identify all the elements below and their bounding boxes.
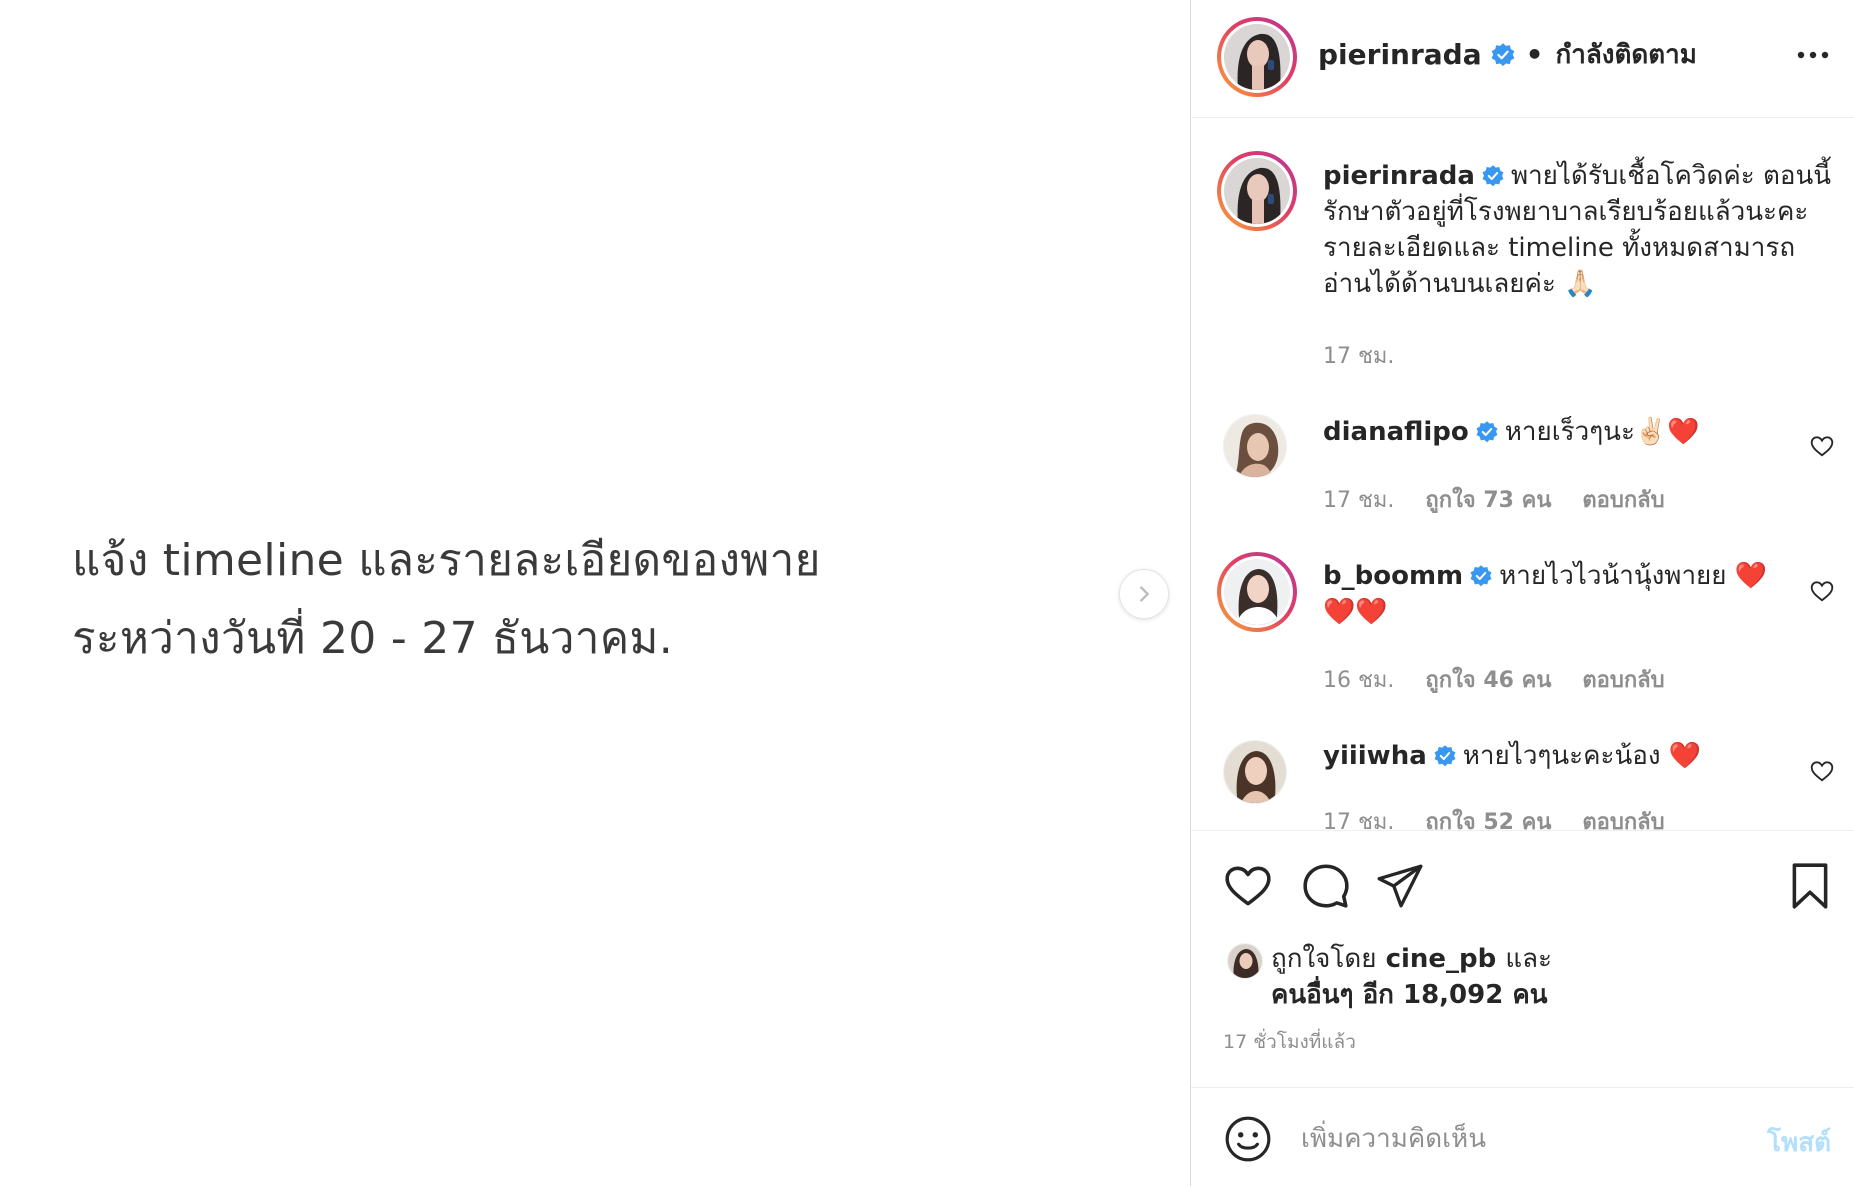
comment-avatar[interactable]: [1223, 740, 1287, 804]
verified-badge-icon: [1470, 565, 1492, 587]
likes-prefix: ถูกใจโดย: [1271, 944, 1377, 974]
post-actions: ถูกใจโดย cine_pb และ คนอื่นๆ อีก 18,092 …: [1191, 830, 1854, 1089]
bookmark-icon[interactable]: [1785, 861, 1835, 911]
media-text-line-1: แจ้ง timeline และรายละเอียดของพาย: [72, 535, 821, 586]
caption-username[interactable]: pierinrada: [1323, 161, 1475, 191]
following-button[interactable]: กำลังติดตาม: [1556, 34, 1697, 75]
comment-meta: 17 ชม. ถูกใจ 73 คน ตอบกลับ: [1323, 482, 1689, 517]
avatar-image: [1224, 24, 1290, 90]
comment-1: dianaflipo หายเร็วๆนะ✌🏻❤️: [1323, 414, 1773, 450]
next-slide-button[interactable]: [1119, 569, 1169, 619]
reply-button[interactable]: ตอบกลับ: [1582, 668, 1664, 693]
liker-username[interactable]: cine_pb: [1386, 944, 1497, 974]
comment-username[interactable]: yiiiwha: [1323, 741, 1427, 771]
comment-like-heart-icon[interactable]: [1809, 433, 1835, 459]
caption-time: 17 ชม.: [1323, 344, 1395, 369]
reply-button[interactable]: ตอบกลับ: [1582, 810, 1664, 830]
comment-meta: 17 ชม. ถูกใจ 52 คน ตอบกลับ: [1323, 804, 1689, 830]
add-comment-bar: โพสต์: [1191, 1087, 1854, 1187]
comment-avatar[interactable]: [1223, 414, 1287, 478]
comment-likes[interactable]: ถูกใจ 73 คน: [1425, 488, 1551, 513]
likes-and: และ: [1505, 944, 1552, 974]
post-side-panel: pierinrada • กำลังติดตาม pierinrada พายไ…: [1190, 0, 1854, 1186]
paper-plane-icon[interactable]: [1375, 861, 1425, 911]
more-options-button[interactable]: [1793, 40, 1833, 70]
media-text-line-2: ระหว่างวันที่ 20 - 27 ธันวาคม.: [72, 613, 674, 664]
header-info: pierinrada • กำลังติดตาม: [1318, 34, 1697, 75]
more-horizontal-icon: [1797, 51, 1829, 59]
comment-3: yiiiwha หายไวๆนะคะน้อง ❤️: [1323, 738, 1773, 774]
chevron-right-icon: [1140, 586, 1149, 602]
likes-others[interactable]: คนอื่นๆ อีก 18,092 คน: [1271, 977, 1552, 1013]
post-comment-button[interactable]: โพสต์: [1767, 1122, 1831, 1163]
caption-meta: 17 ชม.: [1323, 338, 1418, 373]
caption-avatar[interactable]: [1217, 151, 1297, 231]
likes-summary: ถูกใจโดย cine_pb และ คนอื่นๆ อีก 18,092 …: [1271, 941, 1552, 1013]
media-text: แจ้ง timeline และรายละเอียดของพาย ระหว่า…: [72, 522, 1072, 678]
comments-list[interactable]: pierinrada พายได้รับเชื้อโควิดค่ะ ตอนนี้…: [1191, 118, 1854, 830]
comment-time: 17 ชม.: [1323, 488, 1395, 513]
header-separator: •: [1525, 38, 1544, 71]
comment-likes[interactable]: ถูกใจ 46 คน: [1425, 668, 1551, 693]
comment-time: 16 ชม.: [1323, 668, 1395, 693]
post-header: pierinrada • กำลังติดตาม: [1191, 0, 1854, 118]
comment-time: 17 ชม.: [1323, 810, 1395, 830]
comment-like-heart-icon[interactable]: [1809, 758, 1835, 784]
comment-icon[interactable]: [1301, 861, 1351, 911]
verified-badge-icon: [1482, 165, 1504, 187]
liker-avatar[interactable]: [1227, 943, 1263, 979]
comment-avatar[interactable]: [1217, 552, 1297, 632]
comment-likes[interactable]: ถูกใจ 52 คน: [1425, 810, 1551, 830]
comment-2: b_boomm หายไวไวน้านุ้งพายย ❤️❤️❤️: [1323, 558, 1773, 630]
comment-meta: 16 ชม. ถูกใจ 46 คน ตอบกลับ: [1323, 662, 1689, 697]
comment-input[interactable]: [1299, 1116, 1743, 1162]
verified-badge-icon: [1434, 745, 1456, 767]
comment-username[interactable]: dianaflipo: [1323, 417, 1469, 447]
post-timestamp[interactable]: 17 ชั่วโมงที่แล้ว: [1223, 1027, 1356, 1057]
comment-text: หายไวๆนะคะน้อง ❤️: [1462, 741, 1702, 771]
emoji-icon[interactable]: [1223, 1114, 1273, 1164]
reply-button[interactable]: ตอบกลับ: [1582, 488, 1664, 513]
comment-text: หายเร็วๆนะ✌🏻❤️: [1504, 417, 1700, 447]
header-username[interactable]: pierinrada: [1318, 38, 1482, 71]
comment-username[interactable]: b_boomm: [1323, 561, 1463, 591]
verified-badge-icon: [1491, 42, 1514, 66]
comment-like-heart-icon[interactable]: [1809, 578, 1835, 604]
avatar-image: [1224, 158, 1290, 224]
heart-icon[interactable]: [1223, 861, 1273, 911]
avatar[interactable]: [1217, 17, 1297, 97]
post-media: แจ้ง timeline และรายละเอียดของพาย ระหว่า…: [0, 0, 1190, 1186]
avatar-image: [1224, 559, 1290, 625]
caption: pierinrada พายได้รับเชื้อโควิดค่ะ ตอนนี้…: [1323, 158, 1833, 302]
verified-badge-icon: [1476, 421, 1498, 443]
